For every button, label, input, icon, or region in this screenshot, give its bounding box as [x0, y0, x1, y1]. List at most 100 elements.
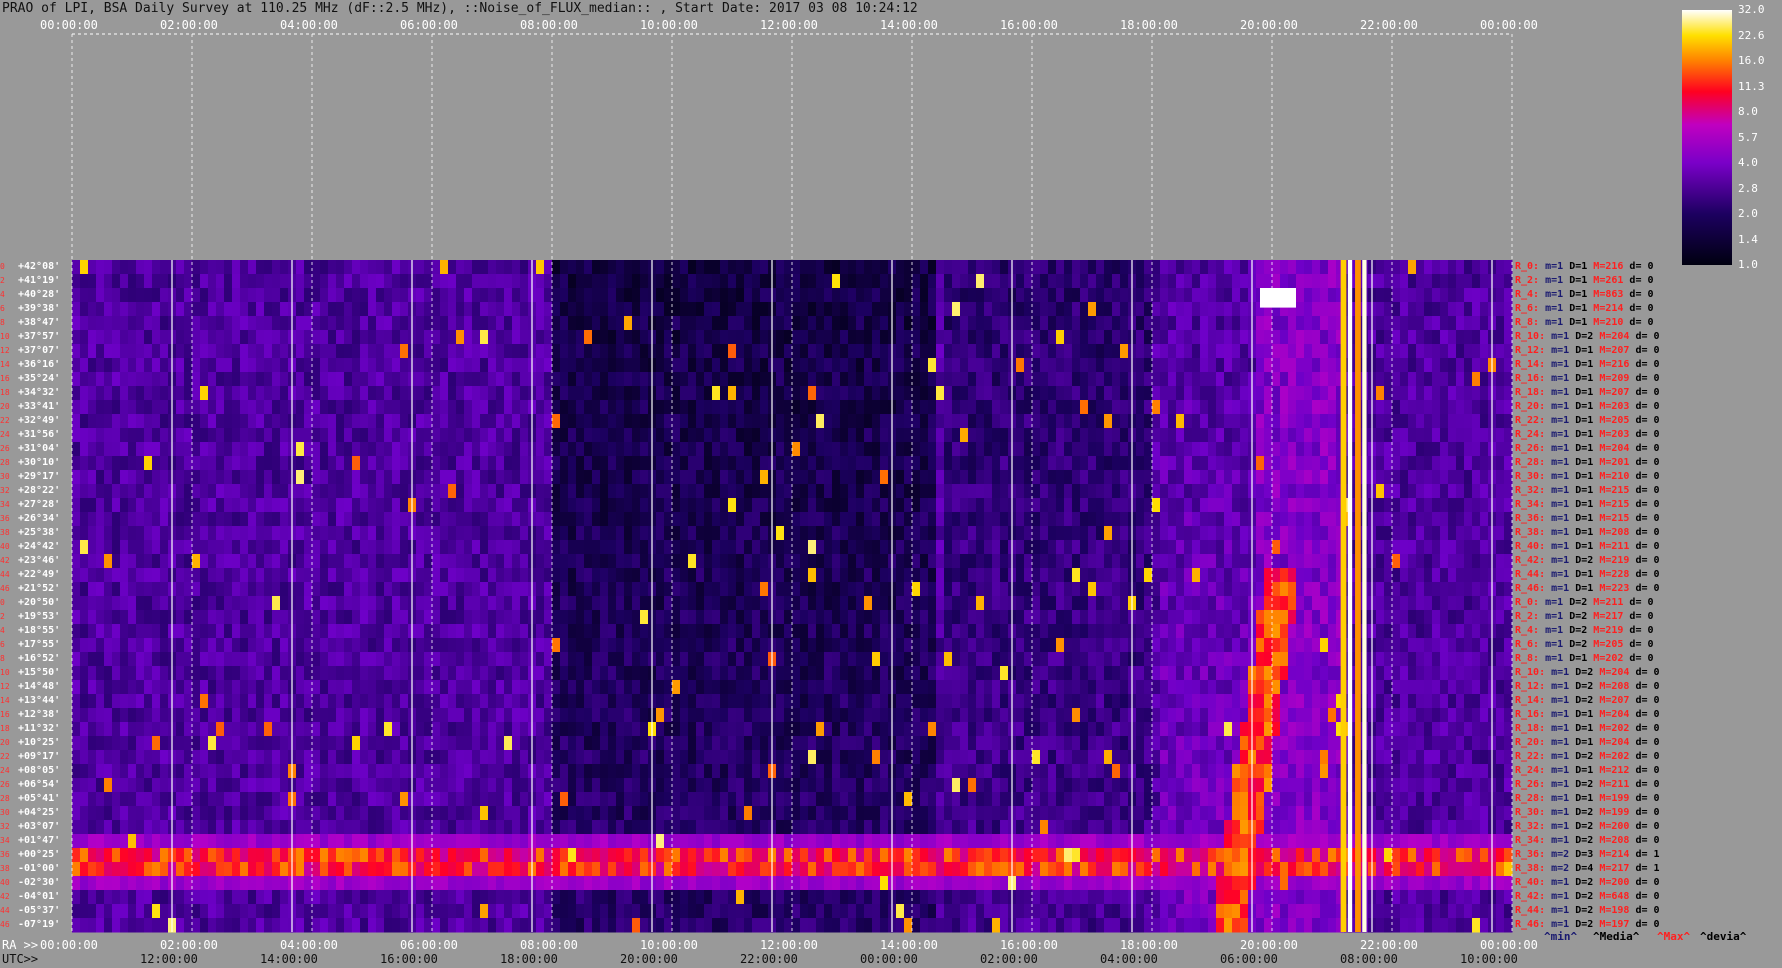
heatmap-cell — [512, 316, 521, 331]
heatmap-cell — [560, 512, 569, 527]
heatmap-cell — [480, 540, 489, 555]
heatmap-cell — [1136, 372, 1145, 387]
heatmap-cell — [120, 400, 129, 415]
heatmap-cell — [736, 512, 745, 527]
heatmap-cell — [232, 456, 241, 471]
heatmap-cell — [368, 456, 377, 471]
heatmap-cell — [920, 526, 929, 541]
heatmap-cell — [1120, 456, 1129, 471]
heatmap-cell — [384, 260, 393, 275]
heatmap-cell — [136, 400, 145, 415]
heatmap-cell — [320, 344, 329, 359]
heatmap-cell — [200, 288, 209, 303]
heatmap-cell — [1280, 372, 1289, 387]
heatmap-cell — [584, 400, 593, 415]
heatmap-cell — [760, 330, 769, 345]
heatmap-cell — [1464, 554, 1473, 569]
heatmap-cell — [568, 428, 577, 443]
heatmap-cell — [1376, 288, 1385, 303]
heatmap-cell — [1440, 554, 1449, 569]
heatmap-cell — [632, 442, 641, 457]
heatmap-cell — [792, 540, 801, 555]
heatmap-cell — [360, 400, 369, 415]
heatmap-cell — [1384, 470, 1393, 485]
heatmap-cell — [200, 400, 209, 415]
heatmap-cell — [680, 260, 689, 275]
heatmap-cell — [112, 372, 121, 387]
heatmap-cell — [592, 596, 601, 611]
heatmap-cell — [576, 624, 585, 639]
heatmap-cell — [296, 470, 305, 485]
heatmap-cell — [448, 554, 457, 569]
heatmap-cell — [808, 414, 817, 429]
heatmap-cell — [968, 428, 977, 443]
heatmap-cell — [1312, 554, 1321, 569]
heatmap-cell — [1264, 624, 1273, 639]
heatmap-cell — [944, 512, 953, 527]
heatmap-cell — [1480, 302, 1489, 317]
heatmap-cell — [392, 260, 401, 275]
heatmap-cell — [1000, 582, 1009, 597]
heatmap-cell — [296, 554, 305, 569]
heatmap-cell — [1280, 526, 1289, 541]
heatmap-cell — [976, 512, 985, 527]
heatmap-cell — [904, 274, 913, 289]
heatmap-cell — [1264, 470, 1273, 485]
heatmap-cell — [984, 288, 993, 303]
heatmap-cell — [696, 512, 705, 527]
heatmap-cell — [1024, 428, 1033, 443]
heatmap-cell — [1376, 484, 1385, 499]
heatmap-cell — [1296, 596, 1305, 611]
heatmap-cell — [1392, 358, 1401, 373]
heatmap-cell — [1096, 386, 1105, 401]
heatmap-cell — [456, 400, 465, 415]
heatmap-cell — [400, 470, 409, 485]
heatmap-cell — [504, 638, 513, 653]
heatmap-cell — [872, 638, 881, 653]
heatmap-cell — [1376, 498, 1385, 513]
heatmap-cell — [816, 638, 825, 653]
heatmap-cell — [1032, 386, 1041, 401]
heatmap-cell — [280, 512, 289, 527]
heatmap-cell — [1480, 316, 1489, 331]
heatmap-cell — [432, 260, 441, 275]
heatmap-cell — [472, 596, 481, 611]
heatmap-cell — [256, 582, 265, 597]
heatmap-cell — [160, 372, 169, 387]
heatmap-cell — [440, 344, 449, 359]
heatmap-cell — [680, 554, 689, 569]
heatmap-cell — [936, 582, 945, 597]
heatmap-cell — [88, 344, 97, 359]
heatmap-cell — [576, 400, 585, 415]
heatmap-cell — [448, 484, 457, 499]
heatmap-cell — [248, 344, 257, 359]
heatmap-cell — [1120, 610, 1129, 625]
heatmap-cell — [512, 358, 521, 373]
heatmap-cell — [192, 414, 201, 429]
heatmap-cell — [344, 554, 353, 569]
heatmap-cell — [1112, 442, 1121, 457]
heatmap-cell — [832, 428, 841, 443]
heatmap-cell — [656, 414, 665, 429]
heatmap-cell — [1272, 624, 1281, 639]
heatmap-cell — [1288, 428, 1297, 443]
heatmap-cell — [1096, 344, 1105, 359]
heatmap-cell — [1120, 288, 1129, 303]
heatmap-cell — [504, 288, 513, 303]
heatmap-cell — [344, 428, 353, 443]
heatmap-cell — [96, 512, 105, 527]
heatmap-cell — [1480, 260, 1489, 275]
heatmap-cell — [1296, 400, 1305, 415]
heatmap-cell — [424, 568, 433, 583]
heatmap-cell — [432, 358, 441, 373]
heatmap-cell — [1232, 344, 1241, 359]
heatmap-cell — [824, 470, 833, 485]
heatmap-cell — [264, 442, 273, 457]
heatmap-cell — [984, 330, 993, 345]
heatmap-cell — [216, 582, 225, 597]
heatmap-cell — [912, 344, 921, 359]
heatmap-cell — [400, 442, 409, 457]
heatmap-cell — [1280, 540, 1289, 555]
heatmap-cell — [496, 484, 505, 499]
heatmap-cell — [832, 414, 841, 429]
